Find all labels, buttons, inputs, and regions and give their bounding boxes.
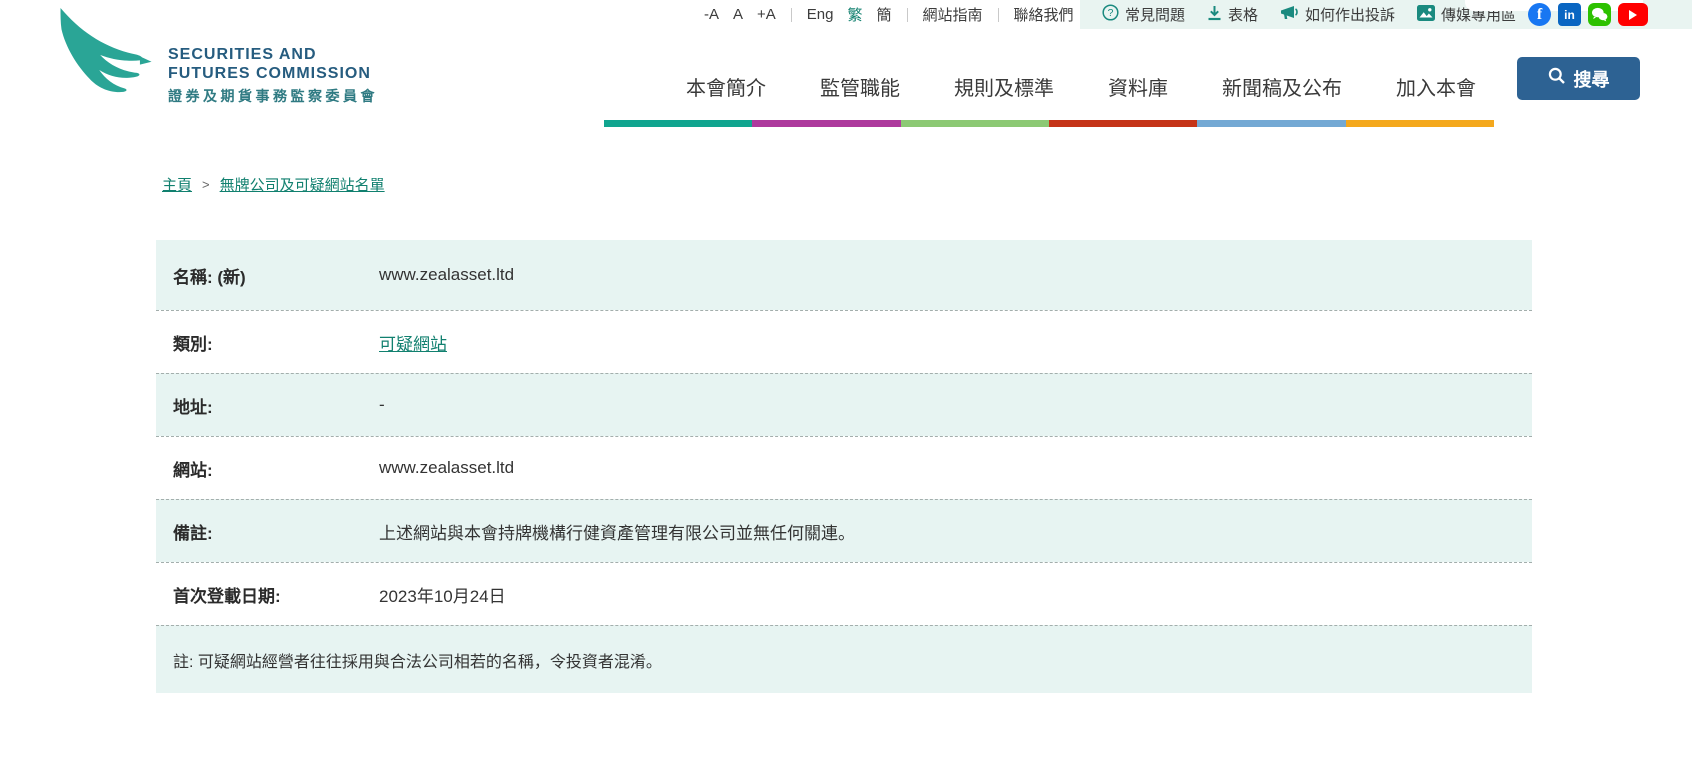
row-label: 地址: xyxy=(156,393,379,418)
main-nav: 本會簡介 監管職能 規則及標準 資料庫 新聞稿及公布 加入本會 xyxy=(686,69,1476,103)
suspicious-website-link[interactable]: 可疑網站 xyxy=(379,330,447,355)
logo-line2: FUTURES COMMISSION xyxy=(168,64,378,83)
table-row-remarks: 備註: 上述網站與本會持牌機構行健資產管理有限公司並無任何關連。 xyxy=(156,499,1532,562)
wechat-icon[interactable] xyxy=(1588,3,1611,26)
font-size-decrease[interactable]: -A xyxy=(704,6,719,23)
font-size-normal[interactable]: A xyxy=(733,6,743,23)
divider xyxy=(791,8,792,22)
eagle-logo-icon xyxy=(48,8,166,105)
bar-segment xyxy=(1197,120,1345,127)
linkedin-icon[interactable]: in xyxy=(1558,3,1581,26)
row-value: 2023年10月24日 xyxy=(379,582,506,607)
nav-regulatory-functions[interactable]: 監管職能 xyxy=(820,72,900,101)
forms-label: 表格 xyxy=(1228,4,1258,25)
complaint-label: 如何作出投訴 xyxy=(1305,4,1395,25)
table-row-address: 地址: - xyxy=(156,373,1532,436)
nav-rules-standards[interactable]: 規則及標準 xyxy=(954,72,1054,101)
bar-segment xyxy=(1346,120,1494,127)
bar-segment xyxy=(901,120,1049,127)
nav-join-us[interactable]: 加入本會 xyxy=(1396,72,1476,101)
divider xyxy=(998,8,999,22)
row-label: 名稱: (新) xyxy=(156,263,379,288)
row-label: 類別: xyxy=(156,330,379,355)
faq-label: 常見問題 xyxy=(1125,4,1185,25)
contact-link[interactable]: 聯絡我們 xyxy=(1014,4,1074,25)
bar-segment xyxy=(752,120,900,127)
table-row-name: 名稱: (新) www.zealasset.ltd xyxy=(156,240,1532,310)
table-row-category: 類別: 可疑網站 xyxy=(156,310,1532,373)
row-label: 首次登載日期: xyxy=(156,582,379,607)
table-row-website: 網站: www.zealasset.ltd xyxy=(156,436,1532,499)
divider xyxy=(907,8,908,22)
facebook-icon[interactable]: f xyxy=(1528,3,1551,26)
youtube-icon[interactable] xyxy=(1618,3,1648,26)
nav-database[interactable]: 資料庫 xyxy=(1108,72,1168,101)
sfc-logo[interactable]: SECURITIES AND FUTURES COMMISSION 證券及期貨事… xyxy=(48,8,166,105)
svg-text:?: ? xyxy=(1108,7,1114,19)
nav-news[interactable]: 新聞稿及公布 xyxy=(1222,72,1342,101)
bar-segment xyxy=(1049,120,1197,127)
row-value: 上述網站與本會持牌機構行健資產管理有限公司並無任何關連。 xyxy=(379,519,855,544)
breadcrumb: 主頁 > 無牌公司及可疑網站名單 xyxy=(162,174,385,195)
megaphone-icon xyxy=(1280,5,1299,25)
picture-icon xyxy=(1417,5,1435,25)
logo-line1: SECURITIES AND xyxy=(168,45,378,64)
breadcrumb-separator: > xyxy=(202,177,210,192)
row-value: www.zealasset.ltd xyxy=(379,458,514,478)
search-icon xyxy=(1548,67,1566,90)
utility-bar: -A A +A Eng 繁 簡 網站指南 聯絡我們 ? 常見問題 xyxy=(0,0,1692,29)
table-note: 註: 可疑網站經營者往往採用與合法公司相若的名稱，令投資者混淆。 xyxy=(156,625,1532,693)
note-text: 註: 可疑網站經營者往往採用與合法公司相若的名稱，令投資者混淆。 xyxy=(173,648,662,672)
search-button-label: 搜尋 xyxy=(1574,66,1610,92)
lang-simplified-chinese[interactable]: 簡 xyxy=(877,4,892,25)
bar-segment xyxy=(604,120,752,127)
breadcrumb-home-link[interactable]: 主頁 xyxy=(162,174,192,195)
play-icon xyxy=(1629,10,1637,20)
search-button[interactable]: 搜尋 xyxy=(1517,57,1640,100)
font-size-increase[interactable]: +A xyxy=(757,6,776,23)
complaint-link[interactable]: 如何作出投訴 xyxy=(1280,4,1395,25)
row-label: 備註: xyxy=(156,519,379,544)
logo-line3: 證券及期貨事務監察委員會 xyxy=(168,86,378,106)
nav-about[interactable]: 本會簡介 xyxy=(686,72,766,101)
lang-traditional-chinese[interactable]: 繁 xyxy=(847,4,862,25)
social-icons: f in xyxy=(1528,3,1648,26)
nav-color-bar xyxy=(604,120,1494,127)
table-row-first-posted-date: 首次登載日期: 2023年10月24日 xyxy=(156,562,1532,625)
page: -A A +A Eng 繁 簡 網站指南 聯絡我們 ? 常見問題 xyxy=(0,0,1692,766)
logo-text: SECURITIES AND FUTURES COMMISSION 證券及期貨事… xyxy=(168,45,378,106)
row-value: www.zealasset.ltd xyxy=(379,265,514,285)
question-circle-icon: ? xyxy=(1102,4,1119,25)
row-value: - xyxy=(379,395,385,415)
alert-detail-table: 名稱: (新) www.zealasset.ltd 類別: 可疑網站 地址: -… xyxy=(156,240,1532,693)
row-label: 網站: xyxy=(156,456,379,481)
lang-english[interactable]: Eng xyxy=(807,6,834,23)
faq-link[interactable]: ? 常見問題 xyxy=(1102,4,1185,25)
utility-items: -A A +A Eng 繁 簡 網站指南 聯絡我們 xyxy=(697,0,1081,29)
forms-link[interactable]: 表格 xyxy=(1207,4,1258,25)
header: SECURITIES AND FUTURES COMMISSION 證券及期貨事… xyxy=(0,29,1692,127)
download-icon xyxy=(1207,5,1222,25)
sitemap-link[interactable]: 網站指南 xyxy=(923,4,983,25)
breadcrumb-current-link[interactable]: 無牌公司及可疑網站名單 xyxy=(220,174,385,195)
